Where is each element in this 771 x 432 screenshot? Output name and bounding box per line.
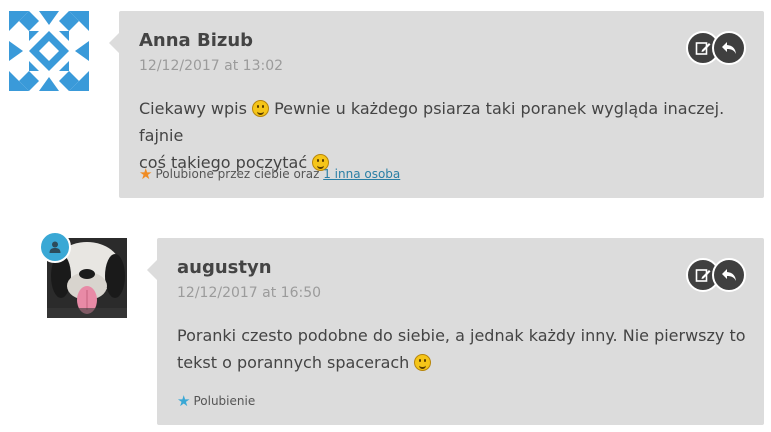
likes-line: ★ Polubione przez ciebie oraz 1 inna osob… — [139, 165, 400, 183]
reply-icon — [722, 42, 736, 54]
comment-actions — [686, 31, 746, 65]
reply-button[interactable] — [712, 31, 746, 65]
comment-date[interactable]: 12/12/2017 at 16:50 — [177, 285, 321, 301]
reply-button[interactable] — [712, 258, 746, 292]
star-icon[interactable]: ★ — [139, 165, 152, 183]
likes-line: ★ Polubienie — [177, 392, 255, 410]
comment-text: Ciekawy wpis Pewnie u każdego psiarza ta… — [139, 95, 754, 176]
comment-bubble: augustyn 12/12/2017 at 16:50 Poranki cze… — [147, 238, 764, 425]
comment-date[interactable]: 12/12/2017 at 13:02 — [139, 58, 283, 74]
comment-text-part: tekst o porannych spacerach — [177, 353, 415, 372]
comment-text-part: Poranki czesto podobne do siebie, a jedn… — [177, 326, 746, 345]
likes-text[interactable]: Polubienie — [193, 394, 255, 408]
comment-anna-bizub: Anna Bizub 12/12/2017 at 13:02 Ciekawy w… — [0, 0, 771, 200]
smiley-icon — [414, 354, 432, 371]
user-icon — [49, 241, 61, 253]
comment-actions — [686, 258, 746, 292]
reply-icon — [722, 269, 736, 281]
avatar-identicon[interactable] — [9, 11, 89, 91]
edit-icon — [695, 269, 711, 282]
likes-others-link[interactable]: 1 inna osoba — [323, 167, 400, 181]
author-badge — [39, 231, 71, 263]
smiley-icon — [252, 100, 269, 117]
comment-author[interactable]: augustyn — [177, 257, 272, 278]
edit-icon — [695, 42, 711, 55]
likes-text: Polubione przez ciebie oraz — [155, 167, 324, 181]
star-icon[interactable]: ★ — [177, 392, 190, 410]
comment-text: Poranki czesto podobne do siebie, a jedn… — [177, 322, 757, 376]
comment-augustyn: augustyn 12/12/2017 at 16:50 Poranki cze… — [0, 225, 771, 430]
comment-bubble: Anna Bizub 12/12/2017 at 13:02 Ciekawy w… — [109, 11, 764, 198]
comment-text-part: Ciekawy wpis — [139, 99, 252, 118]
comment-author[interactable]: Anna Bizub — [139, 30, 253, 51]
